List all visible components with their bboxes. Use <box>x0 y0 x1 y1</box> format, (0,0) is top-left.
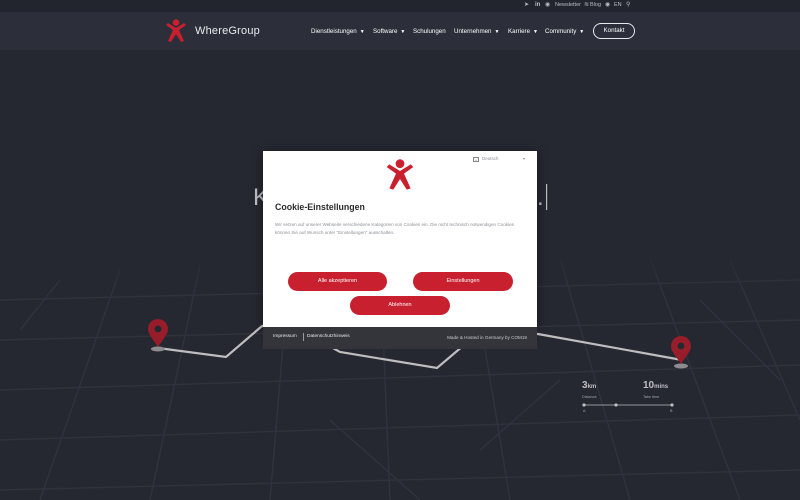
nav-item-schulungen[interactable]: Schulungen <box>413 28 446 35</box>
accept-all-button[interactable]: Alle akzeptieren <box>288 272 387 291</box>
utility-bar: ➤ in ◉ Newsletter ≋ Blog ◉ EN ⚲ <box>0 0 800 12</box>
chevron-down-icon: ▼ <box>494 28 500 35</box>
footer-divider <box>303 333 304 341</box>
privacy-link[interactable]: Datenschutzhinweis <box>307 334 350 339</box>
rss-icon: ≋ <box>584 2 590 8</box>
nav-item-dienstleistungen[interactable]: Dienstleistungen ▼ <box>311 28 365 35</box>
brand-name[interactable]: WhereGroup <box>195 25 260 37</box>
nav-item-software[interactable]: Software ▼ <box>373 28 405 35</box>
cookie-dialog-text: Wir setzen auf unserer Webseite verschie… <box>275 222 514 235</box>
chevron-down-icon: ▼ <box>400 28 406 35</box>
translate-icon: a <box>473 157 479 162</box>
nav-item-unternehmen[interactable]: Unternehmen ▼ <box>454 28 499 35</box>
chevron-down-icon: ▼ <box>533 28 538 35</box>
chevron-down-icon: ▼ <box>359 28 365 35</box>
telegram-icon[interactable]: ➤ <box>524 1 529 10</box>
made-by-note: Made & Hosted in Germany by COM19 <box>447 335 527 340</box>
linkedin-icon[interactable]: in <box>535 1 540 10</box>
decline-button[interactable]: Ablehnen <box>350 296 450 315</box>
nav-item-karriere[interactable]: Karriere ▼ <box>508 28 538 35</box>
newsletter-link[interactable]: Newsletter <box>555 1 581 10</box>
search-icon[interactable]: ⚲ <box>626 1 630 10</box>
mastodon-icon[interactable]: ◉ <box>545 1 550 10</box>
cookie-dialog: a Deutsch ▾ Cookie-Einstellungen Wir setz… <box>263 151 537 327</box>
nav-item-label: Community <box>545 28 577 35</box>
nav-item-label: Karriere <box>508 28 531 35</box>
blog-link[interactable]: Blog <box>590 1 601 10</box>
nav-item-label: Schulungen <box>413 28 446 35</box>
nav-item-label: Unternehmen <box>454 28 492 35</box>
language-select-value: Deutsch <box>482 156 499 161</box>
nav-item-label: Dienstleistungen <box>311 28 357 35</box>
main-navigation: WhereGroup Dienstleistungen ▼ Software ▼ S… <box>0 12 800 50</box>
nav-item-community[interactable]: Community ▼ <box>545 28 584 35</box>
chevron-down-icon: ▼ <box>579 28 585 35</box>
cookie-settings-button[interactable]: Einstellungen <box>413 272 513 291</box>
cookie-dialog-title: Cookie-Einstellungen <box>275 202 365 212</box>
nav-item-label: Software <box>373 28 398 35</box>
wheregroup-logo-icon <box>386 159 414 190</box>
wheregroup-logo-icon[interactable] <box>165 19 187 43</box>
contact-button[interactable]: Kontakt <box>593 23 635 39</box>
globe-icon: ◉ <box>605 2 611 8</box>
chevron-down-icon: ▾ <box>522 156 525 161</box>
language-switch[interactable]: EN <box>614 1 622 10</box>
language-select[interactable]: a Deutsch ▾ <box>473 155 525 163</box>
cookie-dialog-footer: Impressum Datenschutzhinweis Made & Host… <box>263 327 537 349</box>
imprint-link[interactable]: Impressum <box>273 334 297 339</box>
